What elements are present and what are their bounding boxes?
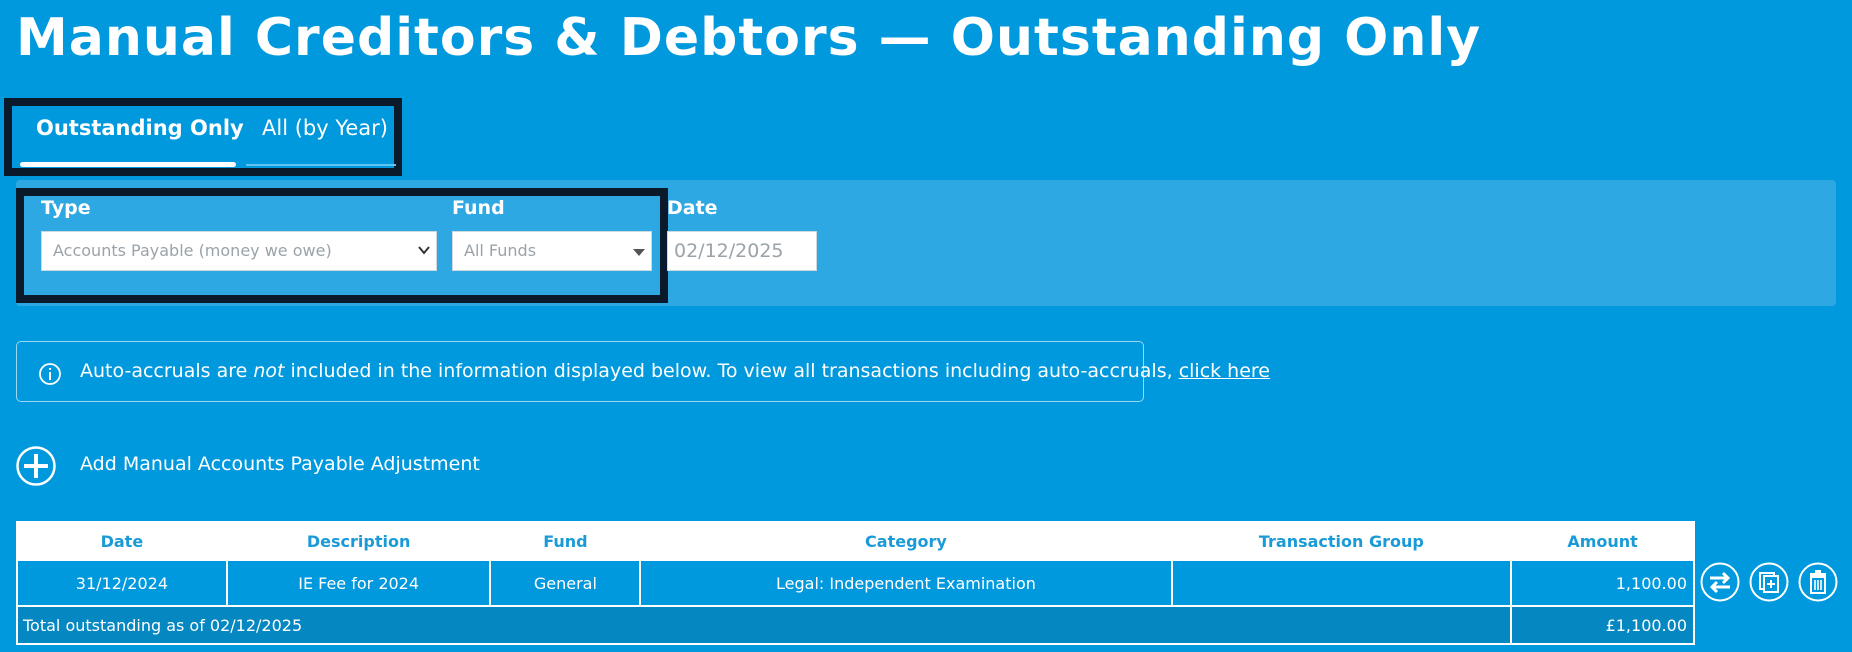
cell-date: 31/12/2024 xyxy=(16,559,228,607)
column-header-fund: Fund xyxy=(489,521,642,561)
fund-label: Fund xyxy=(452,197,505,219)
trash-icon[interactable] xyxy=(1798,562,1838,602)
cell-fund: General xyxy=(489,559,642,607)
fund-select[interactable]: All Funds xyxy=(452,231,652,271)
info-suffix: included in the information displayed be… xyxy=(284,360,1179,382)
tab-all-by-year[interactable]: All (by Year) xyxy=(262,116,388,156)
column-header-transaction-group: Transaction Group xyxy=(1170,521,1513,561)
info-text: Auto-accruals are not included in the in… xyxy=(80,360,1270,382)
fund-select-value: All Funds xyxy=(464,241,537,260)
info-notice: Auto-accruals are not included in the in… xyxy=(16,341,1270,402)
column-header-description: Description xyxy=(225,521,492,561)
type-label: Type xyxy=(41,197,91,219)
column-header-date: Date xyxy=(16,521,228,561)
info-prefix: Auto-accruals are xyxy=(80,360,254,382)
date-label: Date xyxy=(667,197,718,219)
tab-bar: Outstanding Only All (by Year) xyxy=(4,98,402,176)
type-select[interactable]: Accounts Payable (money we owe) xyxy=(41,231,437,271)
cell-category: Legal: Independent Examination xyxy=(639,559,1173,607)
column-header-category: Category xyxy=(639,521,1173,561)
add-adjustment-link[interactable]: Add Manual Accounts Payable Adjustment xyxy=(80,453,480,475)
transactions-table: Date Description Fund Category Transacti… xyxy=(15,521,1695,645)
cell-transaction-group xyxy=(1170,559,1513,607)
inactive-tab-indicator xyxy=(246,164,396,166)
cell-amount: 1,100.00 xyxy=(1510,559,1695,607)
transfer-icon[interactable] xyxy=(1700,562,1740,602)
column-header-amount: Amount xyxy=(1510,521,1695,561)
total-amount: £1,100.00 xyxy=(1510,605,1695,645)
view-all-link[interactable]: click here xyxy=(1179,360,1270,382)
chevron-down-icon xyxy=(418,246,430,255)
date-input[interactable]: 02/12/2025 xyxy=(667,231,817,271)
caret-down-icon xyxy=(633,249,645,256)
info-icon xyxy=(39,363,61,385)
cell-description: IE Fee for 2024 xyxy=(225,559,492,607)
duplicate-icon[interactable] xyxy=(1749,562,1789,602)
page-title: Manual Creditors & Debtors — Outstanding… xyxy=(16,8,1482,68)
table-row[interactable]: 31/12/2024 IE Fee for 2024 General Legal… xyxy=(16,559,1695,607)
total-row: Total outstanding as of 02/12/2025 £1,10… xyxy=(15,605,1695,645)
add-circle-icon[interactable] xyxy=(16,446,56,486)
table-header-row: Date Description Fund Category Transacti… xyxy=(16,521,1695,561)
total-label: Total outstanding as of 02/12/2025 xyxy=(15,605,1513,645)
tab-outstanding-only[interactable]: Outstanding Only xyxy=(36,116,244,156)
type-select-value: Accounts Payable (money we owe) xyxy=(53,241,332,260)
active-tab-indicator xyxy=(20,162,236,167)
info-emphasis: not xyxy=(253,360,285,382)
